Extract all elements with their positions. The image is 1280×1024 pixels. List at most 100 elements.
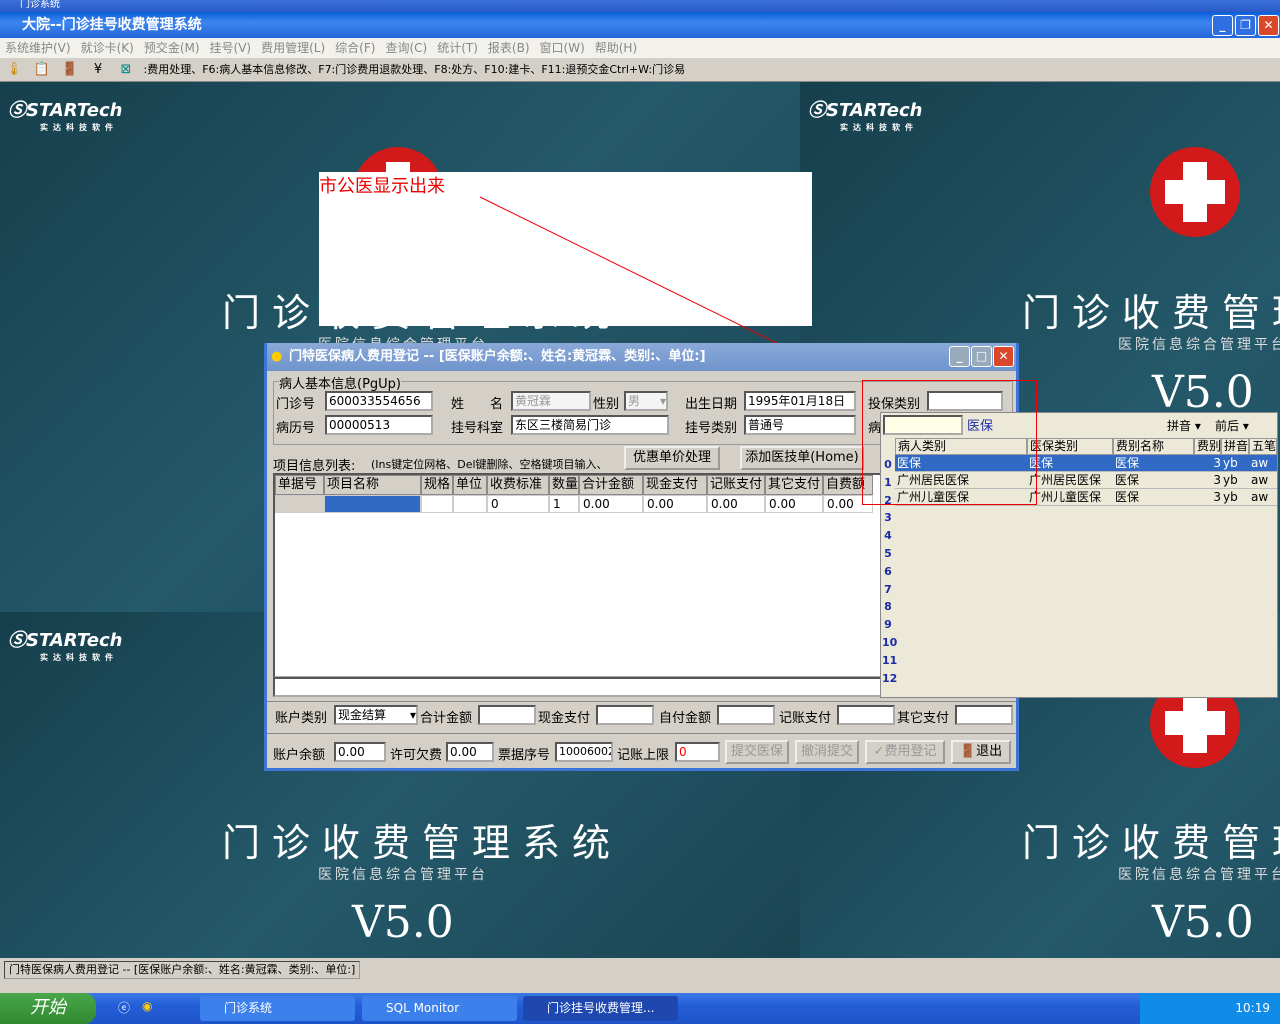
cash-label: 现金支付 [538, 711, 591, 726]
start-button[interactable]: 开始 [0, 993, 96, 1024]
reg-type-input[interactable]: 普通号 [744, 415, 856, 435]
other-pay-input[interactable] [955, 705, 1013, 725]
dd-col-header[interactable]: 费别名称 [1113, 438, 1194, 455]
grid-cell[interactable]: 0 [487, 495, 549, 513]
dd-cell[interactable]: 3 [1194, 489, 1221, 506]
grid-cell[interactable]: 0.00 [643, 495, 707, 513]
dept-input[interactable]: 东区三楼简易门诊 [511, 415, 669, 435]
chevron-down-icon: ▾ [1194, 419, 1201, 433]
col-header[interactable]: 项目名称 [324, 475, 421, 495]
dd-cell[interactable]: aw [1249, 455, 1277, 472]
dialog-maximize-button[interactable]: □ [971, 346, 992, 367]
dialog-minimize-button[interactable]: _ [949, 346, 970, 367]
task-clinic-fee-management[interactable]: 门诊挂号收费管理... [523, 996, 678, 1021]
dd-cell[interactable]: yb [1221, 472, 1249, 489]
dd-row-number: 11 [882, 653, 898, 667]
dd-row-number: 8 [884, 600, 892, 614]
dd-row-number: 9 [884, 618, 892, 632]
grid-footer-input[interactable] [273, 677, 883, 697]
cancel-submit-button[interactable]: 撤消提交 [795, 740, 859, 764]
clinic-no-input[interactable]: 600033554656 [325, 391, 433, 411]
limit-label: 记账上限 [617, 748, 670, 763]
name-label: 姓 名 [451, 397, 504, 412]
pinyin-dropdown[interactable]: 拼音 ▾ [1167, 417, 1201, 434]
grid-cell[interactable]: 0.00 [707, 495, 765, 513]
discount-button[interactable]: 优惠单价处理 [624, 446, 720, 470]
task-sql-monitor[interactable]: SQL Monitor [362, 996, 517, 1021]
dd-cell[interactable]: 3 [1194, 472, 1221, 489]
dd-cell[interactable]: aw [1249, 472, 1277, 489]
dd-cell[interactable]: 医保 [1113, 455, 1194, 472]
pinyin-label: 拼音 [1167, 419, 1192, 433]
account-type-select[interactable]: 现金结算 ▾ [334, 705, 418, 725]
dd-cell[interactable]: 医保 [1027, 455, 1113, 472]
chevron-down-icon: ▾ [1242, 419, 1249, 433]
dd-cell[interactable]: yb [1221, 489, 1249, 506]
dd-col-header[interactable]: 医保类别 [1027, 438, 1113, 455]
grid-cell[interactable]: 0.00 [579, 495, 643, 513]
col-header[interactable]: 记账支付 [707, 475, 765, 495]
grid-cell[interactable] [453, 495, 487, 513]
allow-owe-input[interactable]: 0.00 [446, 742, 494, 762]
grid-cell[interactable]: 0.00 [765, 495, 823, 513]
dd-col-header[interactable]: 五笔 [1249, 438, 1277, 455]
sex-select[interactable]: 男 ▾ [624, 391, 668, 411]
total-input[interactable] [478, 705, 536, 725]
order-dropdown[interactable]: 前后 ▾ [1215, 417, 1249, 434]
balance-input[interactable]: 0.00 [334, 742, 386, 762]
dd-col-header[interactable]: 拼音 [1221, 438, 1249, 455]
task-label: 门诊系统 [224, 1001, 273, 1015]
chrome-icon[interactable]: ◉ [142, 999, 152, 1013]
taskbar: 开始 ⓔ ◉ 门诊系统 SQL Monitor 门诊挂号收费管理... 10:1… [0, 993, 1280, 1024]
col-header[interactable]: 单位 [453, 475, 487, 495]
grid-cell-selected[interactable] [324, 495, 421, 513]
dd-cell[interactable]: 3 [1194, 455, 1221, 472]
self-pay-input[interactable] [717, 705, 775, 725]
col-header[interactable]: 数量 [549, 475, 579, 495]
task-clinic-system[interactable]: 门诊系统 [200, 996, 355, 1021]
col-header[interactable]: 合计金额 [579, 475, 643, 495]
group-title: 病人基本信息(PgUp) [279, 373, 402, 392]
dept-label: 挂号科室 [451, 421, 504, 436]
grid-cell[interactable] [275, 495, 324, 513]
col-header[interactable]: 收费标准 [487, 475, 549, 495]
charge-input[interactable] [837, 705, 895, 725]
grid-cell[interactable] [421, 495, 453, 513]
dd-row-number: 3 [884, 511, 892, 525]
exit-button[interactable]: 🚪退出 [951, 740, 1011, 764]
dd-cell[interactable]: 广州居民医保 [1027, 472, 1113, 489]
record-no-label: 病历号 [276, 421, 316, 436]
register-fee-button[interactable]: ✓费用登记 [865, 740, 945, 764]
col-header[interactable]: 其它支付 [765, 475, 823, 495]
col-header[interactable]: 规格 [421, 475, 453, 495]
dd-col-header[interactable]: 费别 [1194, 438, 1221, 455]
col-header[interactable]: 单据号 [275, 475, 324, 495]
dd-cell[interactable]: 医保 [1113, 472, 1194, 489]
dd-cell[interactable]: 医保 [1113, 489, 1194, 506]
clinic-no-label: 门诊号 [276, 397, 316, 412]
birth-input[interactable]: 1995年01月18日 [744, 391, 856, 411]
app-icon: ● [271, 349, 283, 364]
limit-input[interactable]: 0 [675, 742, 720, 762]
task-label: SQL Monitor [386, 1001, 460, 1015]
submit-insurance-button[interactable]: 提交医保 [725, 740, 789, 764]
dialog-close-button[interactable]: ✕ [993, 346, 1014, 367]
grid-cell[interactable]: 1 [549, 495, 579, 513]
dd-cell[interactable]: aw [1249, 489, 1277, 506]
total-label: 合计金额 [420, 711, 473, 726]
dd-row-number: 12 [882, 671, 898, 685]
items-grid[interactable]: 单据号 项目名称 规格 单位 收费标准 数量 合计金额 现金支付 记账支付 其它… [273, 473, 883, 678]
checkmark-icon: ✓ [873, 744, 885, 759]
dd-cell[interactable]: 广州儿童医保 [1027, 489, 1113, 506]
receipt-input[interactable]: 10006002 [555, 742, 613, 762]
cash-input[interactable] [596, 705, 654, 725]
ie-icon[interactable]: ⓔ [118, 999, 130, 1016]
dd-cell[interactable]: yb [1221, 455, 1249, 472]
other-pay-label: 其它支付 [897, 711, 950, 726]
name-input[interactable]: 黄冠霖 [511, 391, 591, 411]
add-tech-order-button[interactable]: 添加医技单(Home) [740, 446, 864, 470]
record-no-input[interactable]: 00000513 [325, 415, 433, 435]
account-type-label: 账户类别 [275, 711, 328, 726]
col-header[interactable]: 现金支付 [643, 475, 707, 495]
start-label: 开始 [30, 997, 66, 1018]
